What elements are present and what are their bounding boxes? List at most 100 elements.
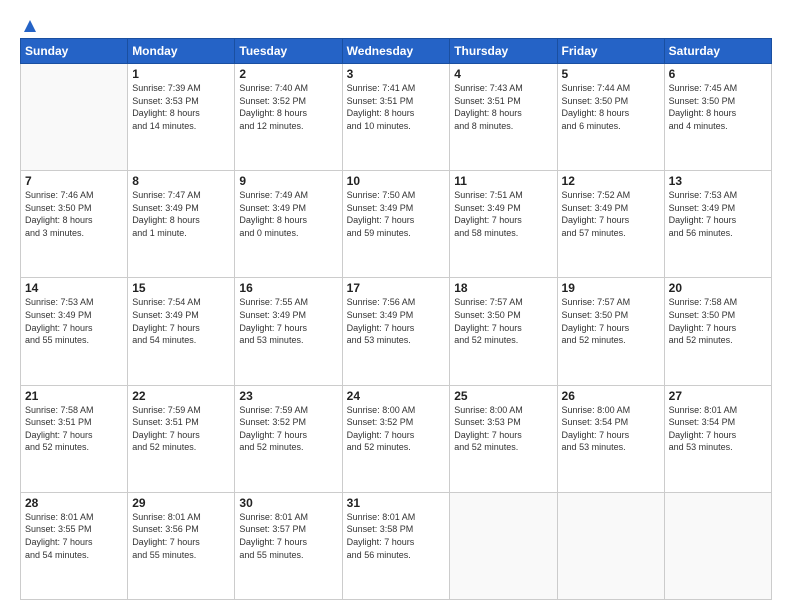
cell-line: Sunrise: 8:00 AM bbox=[454, 404, 552, 417]
calendar-cell: 2Sunrise: 7:40 AMSunset: 3:52 PMDaylight… bbox=[235, 64, 342, 171]
cell-content: Sunrise: 7:58 AMSunset: 3:50 PMDaylight:… bbox=[669, 296, 767, 346]
cell-line: Daylight: 7 hours bbox=[239, 322, 337, 335]
cell-line: and 57 minutes. bbox=[562, 227, 660, 240]
calendar-cell: 21Sunrise: 7:58 AMSunset: 3:51 PMDayligh… bbox=[21, 385, 128, 492]
day-number: 12 bbox=[562, 174, 660, 188]
day-number: 23 bbox=[239, 389, 337, 403]
cell-line: Sunrise: 7:59 AM bbox=[132, 404, 230, 417]
calendar-cell: 23Sunrise: 7:59 AMSunset: 3:52 PMDayligh… bbox=[235, 385, 342, 492]
cell-line: Sunset: 3:53 PM bbox=[132, 95, 230, 108]
week-row-3: 21Sunrise: 7:58 AMSunset: 3:51 PMDayligh… bbox=[21, 385, 772, 492]
cell-line: Sunrise: 7:56 AM bbox=[347, 296, 446, 309]
cell-line: Sunset: 3:50 PM bbox=[562, 95, 660, 108]
calendar-cell: 12Sunrise: 7:52 AMSunset: 3:49 PMDayligh… bbox=[557, 171, 664, 278]
cell-content: Sunrise: 7:40 AMSunset: 3:52 PMDaylight:… bbox=[239, 82, 337, 132]
cell-content: Sunrise: 8:01 AMSunset: 3:57 PMDaylight:… bbox=[239, 511, 337, 561]
cell-line: and 10 minutes. bbox=[347, 120, 446, 133]
cell-content: Sunrise: 8:01 AMSunset: 3:55 PMDaylight:… bbox=[25, 511, 123, 561]
day-number: 2 bbox=[239, 67, 337, 81]
calendar-cell: 20Sunrise: 7:58 AMSunset: 3:50 PMDayligh… bbox=[664, 278, 771, 385]
cell-line: and 53 minutes. bbox=[347, 334, 446, 347]
cell-line: Sunrise: 7:54 AM bbox=[132, 296, 230, 309]
cell-line: and 52 minutes. bbox=[562, 334, 660, 347]
cell-line: Daylight: 7 hours bbox=[454, 322, 552, 335]
cell-line: Sunset: 3:56 PM bbox=[132, 523, 230, 536]
calendar-cell: 29Sunrise: 8:01 AMSunset: 3:56 PMDayligh… bbox=[128, 492, 235, 599]
logo bbox=[20, 18, 38, 32]
cell-line: Sunset: 3:49 PM bbox=[669, 202, 767, 215]
cell-line: and 52 minutes. bbox=[454, 441, 552, 454]
cell-line: Sunset: 3:57 PM bbox=[239, 523, 337, 536]
week-row-1: 7Sunrise: 7:46 AMSunset: 3:50 PMDaylight… bbox=[21, 171, 772, 278]
day-number: 27 bbox=[669, 389, 767, 403]
cell-line: Sunrise: 7:44 AM bbox=[562, 82, 660, 95]
calendar-cell: 25Sunrise: 8:00 AMSunset: 3:53 PMDayligh… bbox=[450, 385, 557, 492]
cell-line: Daylight: 8 hours bbox=[239, 107, 337, 120]
cell-line: Sunset: 3:49 PM bbox=[562, 202, 660, 215]
cell-line: and 6 minutes. bbox=[562, 120, 660, 133]
cell-line: Daylight: 7 hours bbox=[25, 429, 123, 442]
cell-line: Sunset: 3:52 PM bbox=[239, 416, 337, 429]
calendar-cell: 1Sunrise: 7:39 AMSunset: 3:53 PMDaylight… bbox=[128, 64, 235, 171]
cell-line: Sunset: 3:49 PM bbox=[132, 309, 230, 322]
cell-line: Sunrise: 7:45 AM bbox=[669, 82, 767, 95]
cell-line: Sunset: 3:49 PM bbox=[239, 309, 337, 322]
day-number: 28 bbox=[25, 496, 123, 510]
day-number: 8 bbox=[132, 174, 230, 188]
cell-content: Sunrise: 7:53 AMSunset: 3:49 PMDaylight:… bbox=[25, 296, 123, 346]
cell-line: Sunrise: 7:52 AM bbox=[562, 189, 660, 202]
cell-line: Sunset: 3:49 PM bbox=[347, 202, 446, 215]
cell-line: Sunrise: 8:01 AM bbox=[347, 511, 446, 524]
cell-line: Daylight: 8 hours bbox=[347, 107, 446, 120]
cell-line: Daylight: 7 hours bbox=[347, 322, 446, 335]
calendar-cell: 19Sunrise: 7:57 AMSunset: 3:50 PMDayligh… bbox=[557, 278, 664, 385]
cell-line: and 58 minutes. bbox=[454, 227, 552, 240]
cell-line: and 52 minutes. bbox=[669, 334, 767, 347]
cell-line: Daylight: 7 hours bbox=[562, 322, 660, 335]
day-header-sunday: Sunday bbox=[21, 39, 128, 64]
calendar-cell: 27Sunrise: 8:01 AMSunset: 3:54 PMDayligh… bbox=[664, 385, 771, 492]
cell-line: Sunset: 3:54 PM bbox=[669, 416, 767, 429]
cell-line: and 53 minutes. bbox=[562, 441, 660, 454]
cell-line: Sunrise: 7:57 AM bbox=[562, 296, 660, 309]
cell-content: Sunrise: 7:58 AMSunset: 3:51 PMDaylight:… bbox=[25, 404, 123, 454]
cell-line: Daylight: 7 hours bbox=[239, 536, 337, 549]
cell-content: Sunrise: 7:54 AMSunset: 3:49 PMDaylight:… bbox=[132, 296, 230, 346]
cell-line: and 52 minutes. bbox=[239, 441, 337, 454]
calendar-cell: 5Sunrise: 7:44 AMSunset: 3:50 PMDaylight… bbox=[557, 64, 664, 171]
day-number: 7 bbox=[25, 174, 123, 188]
cell-line: and 52 minutes. bbox=[454, 334, 552, 347]
day-number: 5 bbox=[562, 67, 660, 81]
cell-line: Daylight: 7 hours bbox=[454, 214, 552, 227]
cell-line: Daylight: 8 hours bbox=[669, 107, 767, 120]
calendar-cell: 18Sunrise: 7:57 AMSunset: 3:50 PMDayligh… bbox=[450, 278, 557, 385]
calendar-cell: 9Sunrise: 7:49 AMSunset: 3:49 PMDaylight… bbox=[235, 171, 342, 278]
cell-line: and 54 minutes. bbox=[25, 549, 123, 562]
calendar-cell: 11Sunrise: 7:51 AMSunset: 3:49 PMDayligh… bbox=[450, 171, 557, 278]
cell-content: Sunrise: 7:43 AMSunset: 3:51 PMDaylight:… bbox=[454, 82, 552, 132]
cell-line: Sunset: 3:55 PM bbox=[25, 523, 123, 536]
header bbox=[20, 18, 772, 32]
cell-line: Sunrise: 7:58 AM bbox=[669, 296, 767, 309]
cell-line: Daylight: 7 hours bbox=[562, 214, 660, 227]
calendar-cell: 31Sunrise: 8:01 AMSunset: 3:58 PMDayligh… bbox=[342, 492, 450, 599]
cell-content: Sunrise: 7:56 AMSunset: 3:49 PMDaylight:… bbox=[347, 296, 446, 346]
cell-line: Sunset: 3:50 PM bbox=[562, 309, 660, 322]
cell-line: Sunset: 3:50 PM bbox=[454, 309, 552, 322]
cell-line: Daylight: 7 hours bbox=[669, 214, 767, 227]
cell-line: Sunrise: 7:53 AM bbox=[669, 189, 767, 202]
cell-line: Daylight: 8 hours bbox=[132, 107, 230, 120]
week-row-2: 14Sunrise: 7:53 AMSunset: 3:49 PMDayligh… bbox=[21, 278, 772, 385]
day-header-saturday: Saturday bbox=[664, 39, 771, 64]
cell-content: Sunrise: 8:00 AMSunset: 3:52 PMDaylight:… bbox=[347, 404, 446, 454]
calendar-cell: 22Sunrise: 7:59 AMSunset: 3:51 PMDayligh… bbox=[128, 385, 235, 492]
cell-line: Sunrise: 7:46 AM bbox=[25, 189, 123, 202]
day-number: 17 bbox=[347, 281, 446, 295]
cell-content: Sunrise: 7:44 AMSunset: 3:50 PMDaylight:… bbox=[562, 82, 660, 132]
cell-content: Sunrise: 7:59 AMSunset: 3:51 PMDaylight:… bbox=[132, 404, 230, 454]
calendar-cell: 6Sunrise: 7:45 AMSunset: 3:50 PMDaylight… bbox=[664, 64, 771, 171]
cell-line: Daylight: 7 hours bbox=[347, 214, 446, 227]
cell-line: Sunrise: 7:39 AM bbox=[132, 82, 230, 95]
day-number: 31 bbox=[347, 496, 446, 510]
cell-line: Daylight: 7 hours bbox=[347, 429, 446, 442]
